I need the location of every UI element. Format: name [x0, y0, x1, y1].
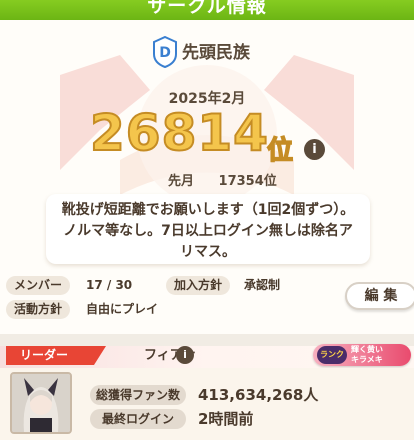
rank-suffix: 位	[266, 135, 294, 167]
circle-emblem-icon: D	[153, 36, 177, 68]
leader-avatar[interactable]	[10, 372, 72, 434]
join-policy-label: 加入方針	[166, 276, 231, 295]
leader-rank-badge[interactable]: ランク 輝く黄い キラメキ	[313, 344, 411, 366]
last-login-label: 最終ログイン	[90, 409, 186, 429]
rank-info-button[interactable]: i	[304, 139, 325, 160]
leader-tag: リーダー	[6, 346, 106, 365]
member-label: メンバー	[6, 276, 71, 295]
total-fans-value: 413,634,268人	[198, 386, 319, 404]
badge-rank: ランク	[317, 346, 347, 364]
join-policy-value: 承認制	[244, 278, 281, 292]
circle-description: 靴投げ短距離でお願いします（1回2個ずつ）。ノルマ等なし。7日以上ログイン無しは…	[46, 194, 370, 264]
avatar-character-icon	[12, 374, 70, 432]
total-fans-label: 総獲得ファン数	[90, 385, 186, 405]
prev-value: 17354位	[218, 174, 277, 189]
badge-text-line2: キラメキ	[351, 355, 383, 364]
leader-info-button[interactable]: i	[176, 346, 194, 364]
prev-label: 先月	[168, 174, 195, 189]
activity-policy-value: 自由にプレイ	[86, 302, 159, 316]
member-value: 17 / 30	[86, 278, 133, 292]
title-bar: サークル情報	[0, 0, 414, 20]
previous-month-rank: 先月 17354位	[168, 170, 277, 189]
activity-policy-label: 活動方針	[6, 300, 71, 319]
page-title: サークル情報	[147, 0, 267, 17]
svg-text:D: D	[159, 45, 171, 61]
badge-text-line1: 輝く黄い	[351, 345, 383, 354]
last-login-value: 2時間前	[198, 410, 254, 428]
circle-name: 先頭民族	[182, 43, 250, 63]
circle-rank: 26814	[89, 103, 269, 163]
edit-button[interactable]: 編 集	[345, 282, 414, 310]
badge-text: 輝く黄い キラメキ	[351, 345, 383, 365]
